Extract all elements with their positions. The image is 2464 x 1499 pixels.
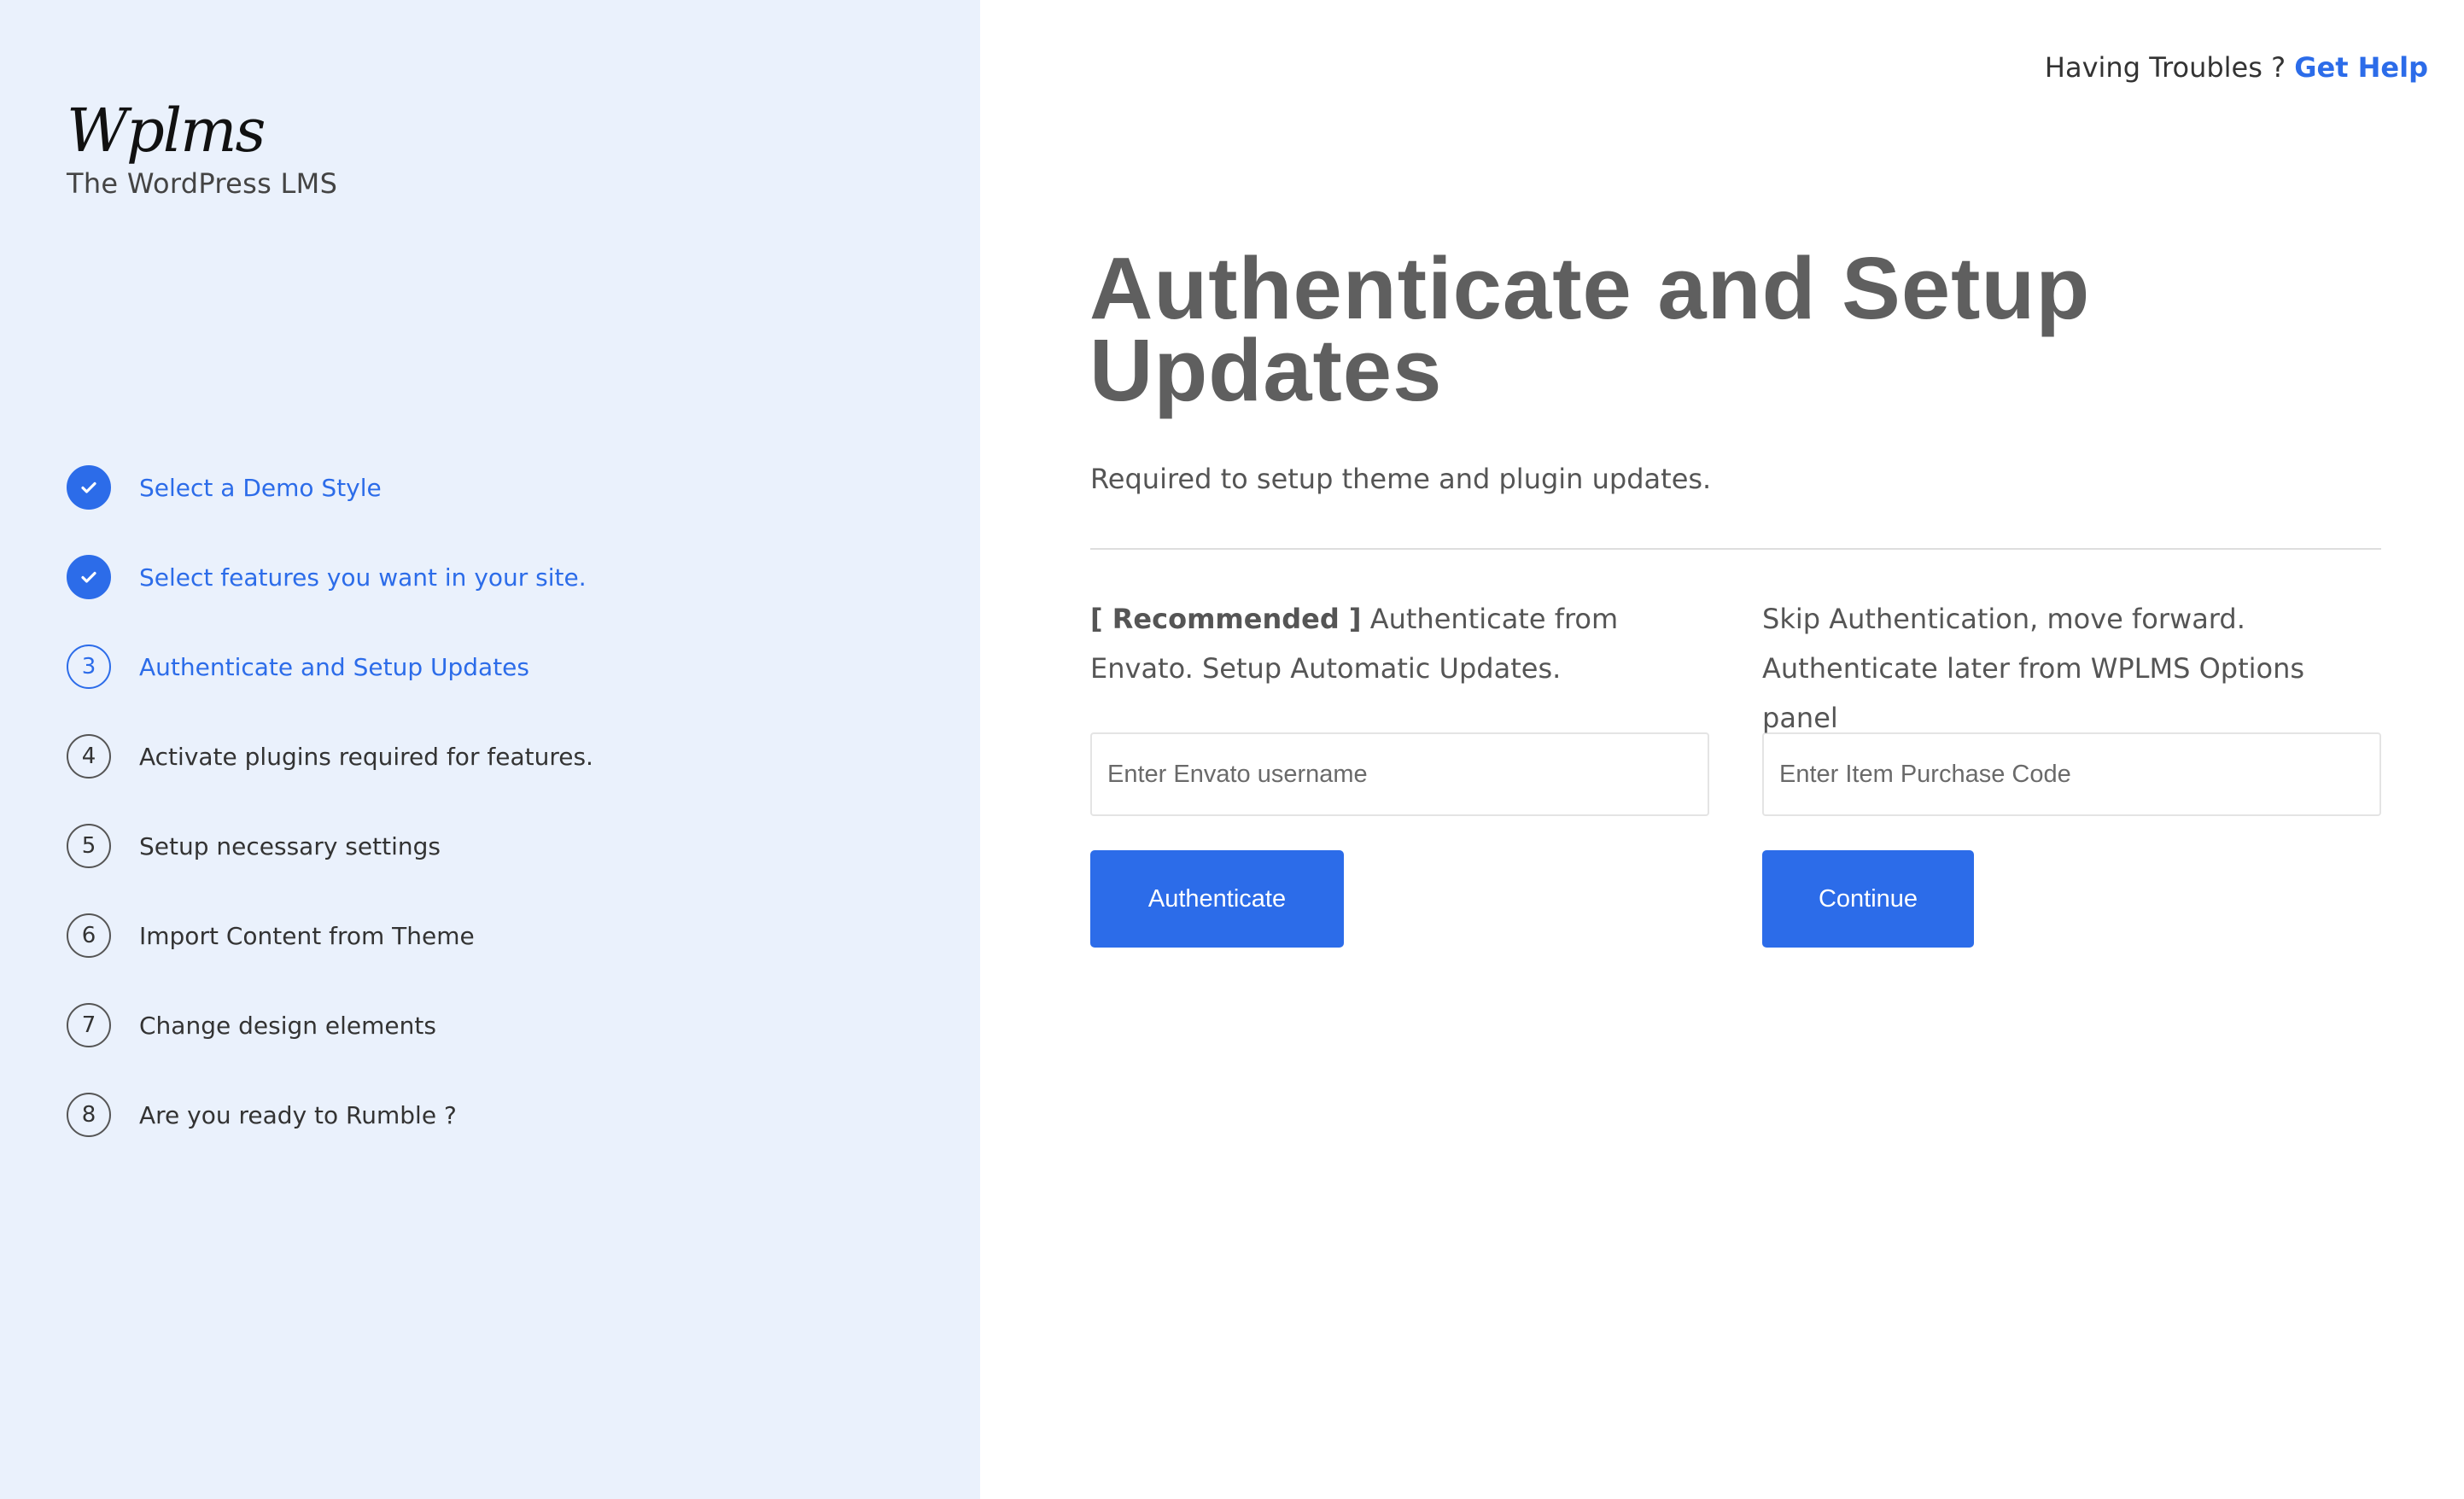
step-label: Change design elements — [139, 1011, 436, 1040]
step-list: Select a Demo Style Select features you … — [67, 465, 593, 1182]
authenticate-button[interactable]: Authenticate — [1090, 850, 1344, 948]
skip-panel: Skip Authentication, move forward. Authe… — [1762, 594, 2381, 948]
logo: Wplms The WordPress LMS — [67, 101, 337, 200]
step-7[interactable]: 7 Change design elements — [67, 1003, 593, 1047]
step-label: Select features you want in your site. — [139, 563, 587, 592]
skip-description: Skip Authentication, move forward. Authe… — [1762, 603, 2305, 734]
step-4[interactable]: 4 Activate plugins required for features… — [67, 734, 593, 779]
logo-wordmark: Wplms — [67, 96, 266, 166]
step-3[interactable]: 3 Authenticate and Setup Updates — [67, 645, 593, 689]
step-label: Select a Demo Style — [139, 473, 382, 502]
step-number: 5 — [67, 824, 111, 868]
step-2[interactable]: Select features you want in your site. — [67, 555, 593, 599]
authenticate-description: [ Recommended ] Authenticate from Envato… — [1090, 594, 1709, 714]
step-1[interactable]: Select a Demo Style — [67, 465, 593, 510]
page-subtitle: Required to setup theme and plugin updat… — [1090, 463, 1712, 495]
purchase-code-input[interactable] — [1762, 732, 2381, 816]
help-text: Having Troubles ? — [2044, 51, 2286, 84]
step-6[interactable]: 6 Import Content from Theme — [67, 913, 593, 958]
step-number: 3 — [67, 645, 111, 689]
help-bar: Having Troubles ? Get Help — [2045, 51, 2428, 84]
authenticate-panel: [ Recommended ] Authenticate from Envato… — [1090, 594, 1709, 948]
step-label: Authenticate and Setup Updates — [139, 652, 529, 681]
checkmark-icon — [67, 465, 111, 510]
logo-tagline: The WordPress LMS — [67, 167, 338, 200]
setup-wizard: Wplms The WordPress LMS Select a Demo St… — [0, 0, 2464, 1499]
step-8[interactable]: 8 Are you ready to Rumble ? — [67, 1093, 593, 1137]
step-number: 8 — [67, 1093, 111, 1137]
step-label: Setup necessary settings — [139, 831, 441, 860]
step-label: Activate plugins required for features. — [139, 742, 593, 771]
step-number: 7 — [67, 1003, 111, 1047]
envato-username-input[interactable] — [1090, 732, 1709, 816]
step-5[interactable]: 5 Setup necessary settings — [67, 824, 593, 868]
get-help-link[interactable]: Get Help — [2294, 51, 2428, 84]
checkmark-icon — [67, 555, 111, 599]
continue-button[interactable]: Continue — [1762, 850, 1974, 948]
step-number: 6 — [67, 913, 111, 958]
recommended-tag: [ Recommended ] — [1090, 603, 1362, 635]
divider — [1090, 548, 2381, 550]
step-number: 4 — [67, 734, 111, 779]
page-title: Authenticate and Setup Updates — [1089, 239, 2091, 419]
sidebar: Wplms The WordPress LMS Select a Demo St… — [0, 0, 980, 1499]
step-label: Import Content from Theme — [139, 921, 475, 950]
step-label: Are you ready to Rumble ? — [139, 1100, 457, 1129]
